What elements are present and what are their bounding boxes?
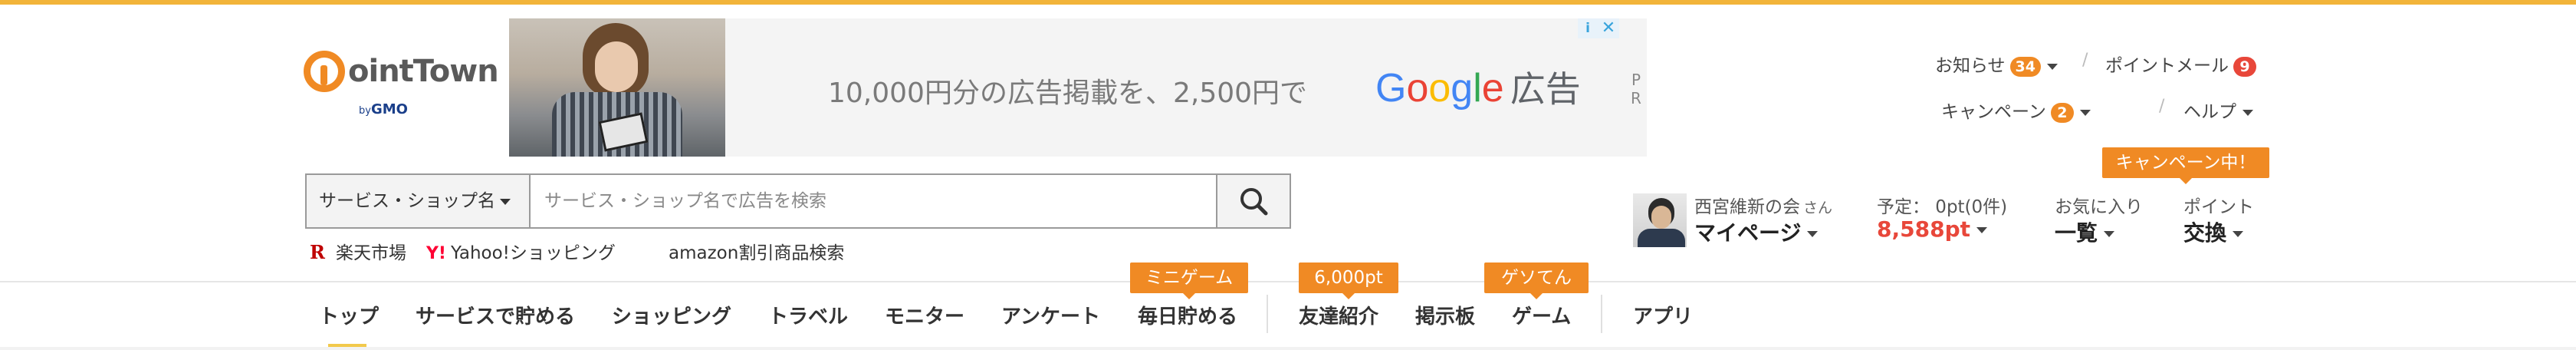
news-count-badge: 34 bbox=[2009, 56, 2041, 77]
search-button[interactable] bbox=[1216, 175, 1290, 227]
campaign-link[interactable]: キャンペーン 2 bbox=[1941, 97, 2091, 123]
logo-text: ointTown bbox=[348, 54, 499, 89]
nav-item-travel[interactable]: トラベル bbox=[768, 301, 848, 329]
nav-tag-friends: 6,000pt bbox=[1299, 262, 1398, 299]
search-category-select[interactable]: サービス・ショップ名 bbox=[307, 175, 531, 227]
ad-pr-label: PR bbox=[1631, 71, 1641, 107]
pointtown-logo[interactable]: ointTown byGMO bbox=[304, 51, 500, 124]
nav-item-top[interactable]: トップ bbox=[319, 301, 379, 329]
scheduled-points: 予定： 0pt(0件) bbox=[1877, 197, 2008, 217]
nav-item-survey[interactable]: アンケート bbox=[1001, 301, 1100, 329]
search-category-label: サービス・ショップ名 bbox=[319, 191, 495, 211]
nav-item-board[interactable]: 掲示板 bbox=[1415, 301, 1475, 329]
ad-close-icon[interactable]: ✕ bbox=[1598, 18, 1619, 38]
nav-item-shopping[interactable]: ショッピング bbox=[612, 301, 731, 329]
nav-item-daily[interactable]: 毎日貯める bbox=[1138, 301, 1237, 329]
yahoo-icon: Y! bbox=[426, 244, 446, 263]
yahoo-label: Yahoo!ショッピング bbox=[450, 243, 616, 263]
top-accent-stripe bbox=[0, 0, 2576, 5]
mypage-link[interactable]: マイページ bbox=[1694, 216, 1819, 247]
logo-gmo: byGMO bbox=[359, 101, 408, 117]
logo-gmo-text: GMO bbox=[370, 101, 408, 117]
point-mail-label: ポイントメール bbox=[2105, 56, 2229, 76]
help-link[interactable]: ヘルプ bbox=[2183, 97, 2253, 123]
honorific: さん bbox=[1803, 200, 1833, 216]
user-name: 西宮維新の会 さん bbox=[1694, 197, 1833, 217]
avatar[interactable] bbox=[1633, 193, 1687, 247]
chevron-down-icon bbox=[2233, 231, 2244, 237]
logo-p-icon bbox=[304, 51, 345, 92]
campaign-count-badge: 2 bbox=[2050, 102, 2074, 123]
help-label: ヘルプ bbox=[2183, 102, 2236, 122]
nav-item-friends[interactable]: 友達紹介 bbox=[1299, 301, 1378, 329]
point-mail-link[interactable]: ポイントメール 9 bbox=[2105, 51, 2256, 77]
rakuten-icon: R bbox=[310, 241, 325, 263]
amazon-label: amazon割引商品検索 bbox=[669, 243, 845, 263]
nav-tag-minigame: ミニゲーム bbox=[1130, 262, 1248, 299]
logo-by: by bbox=[359, 105, 371, 117]
nav-tag-game: ゲソてん bbox=[1484, 262, 1589, 299]
point-mail-count-badge: 9 bbox=[2233, 56, 2256, 77]
ad-banner[interactable]: 10,000円分の広告掲載を、2,500円で Google 広告 PR i ✕ bbox=[509, 18, 1647, 157]
separator: / bbox=[2159, 97, 2165, 116]
chevron-down-icon bbox=[2242, 109, 2253, 116]
chevron-down-icon bbox=[2079, 109, 2091, 116]
campaign-active-tag: キャンペーン中！ bbox=[2102, 147, 2269, 184]
exchange-top-label: ポイント bbox=[2183, 197, 2254, 217]
search-input[interactable] bbox=[532, 175, 1191, 227]
favorites-list-link[interactable]: 一覧 bbox=[2055, 216, 2115, 247]
rakuten-label: 楽天市場 bbox=[335, 243, 406, 263]
search-bar: サービス・ショップ名 bbox=[305, 173, 1291, 229]
exchange-link[interactable]: 交換 bbox=[2183, 216, 2244, 247]
nav-item-monitor[interactable]: モニター bbox=[885, 301, 964, 329]
news-label: お知らせ bbox=[1935, 56, 2006, 76]
ad-headline: 10,000円分の広告掲載を、2,500円で bbox=[828, 78, 1308, 109]
nav-item-service[interactable]: サービスで貯める bbox=[416, 301, 575, 329]
separator: / bbox=[2082, 51, 2088, 70]
nav-top-border bbox=[0, 281, 2576, 282]
quick-link-amazon[interactable]: amazon割引商品検索 bbox=[669, 238, 844, 264]
campaign-label: キャンペーン bbox=[1941, 102, 2046, 122]
quick-link-rakuten[interactable]: R 楽天市場 bbox=[310, 238, 406, 264]
ad-info-icon[interactable]: i bbox=[1578, 18, 1598, 38]
quick-link-yahoo[interactable]: Y! Yahoo!ショッピング bbox=[426, 238, 616, 264]
nav-item-app[interactable]: アプリ bbox=[1633, 301, 1693, 329]
nav-bottom-border bbox=[0, 347, 2576, 350]
nav-item-game[interactable]: ゲーム bbox=[1512, 301, 1571, 329]
nav-divider bbox=[1601, 295, 1602, 333]
chevron-down-icon bbox=[1807, 231, 1819, 237]
news-link[interactable]: お知らせ 34 bbox=[1935, 51, 2058, 77]
search-icon bbox=[1240, 188, 1268, 216]
chevron-down-icon bbox=[2047, 63, 2058, 70]
nav-divider bbox=[1267, 295, 1268, 333]
ad-photo bbox=[509, 18, 725, 157]
points-balance[interactable]: 8,588pt bbox=[1877, 216, 1987, 242]
chevron-down-icon bbox=[2104, 231, 2115, 237]
favorites-top-label: お気に入り bbox=[2055, 197, 2143, 217]
chevron-down-icon bbox=[1976, 227, 1987, 233]
google-ads-wordmark: Google 広告 bbox=[1375, 66, 1581, 111]
chevron-down-icon bbox=[500, 198, 511, 205]
